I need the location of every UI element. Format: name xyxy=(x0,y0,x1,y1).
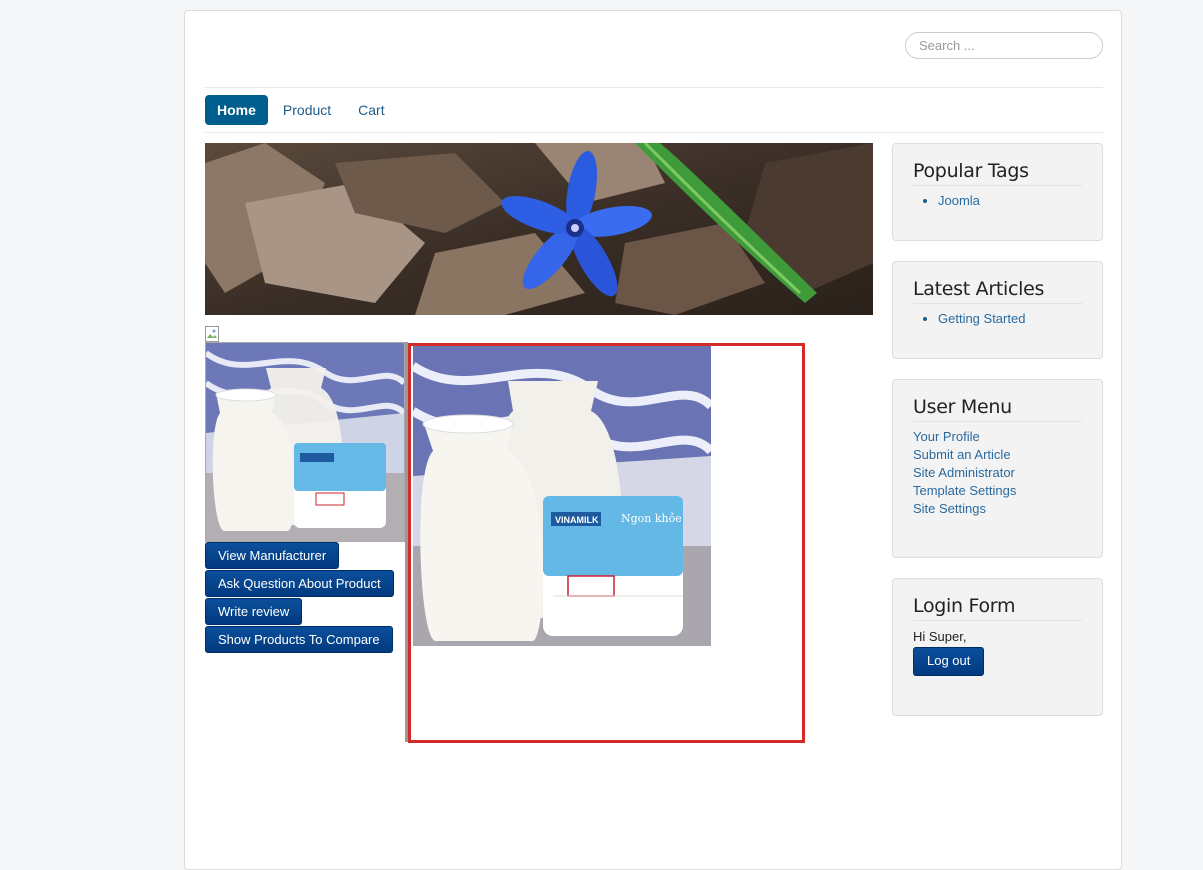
latest-articles-title: Latest Articles xyxy=(913,278,1082,304)
user-menu-submit-article[interactable]: Submit an Article xyxy=(913,447,1011,462)
user-menu-module: User Menu Your Profile Submit an Article… xyxy=(892,379,1103,558)
view-manufacturer-button[interactable]: View Manufacturer xyxy=(205,542,340,569)
broken-image-icon xyxy=(205,326,221,342)
nav-cart[interactable]: Cart xyxy=(346,95,396,125)
user-menu-template-settings[interactable]: Template Settings xyxy=(913,483,1016,498)
user-menu-your-profile[interactable]: Your Profile xyxy=(913,429,980,444)
search-box xyxy=(905,32,1103,59)
product-thumbnail[interactable] xyxy=(205,342,405,542)
user-menu-site-administrator[interactable]: Site Administrator xyxy=(913,465,1015,480)
sidebar: Popular Tags Joomla Latest Articles Gett… xyxy=(892,143,1103,736)
compare-products-button[interactable]: Show Products To Compare xyxy=(205,626,393,653)
tag-joomla-link[interactable]: Joomla xyxy=(938,193,980,208)
page-container: Home Product Cart xyxy=(184,10,1122,870)
ask-question-button[interactable]: Ask Question About Product xyxy=(205,570,394,597)
main-nav: Home Product Cart xyxy=(205,95,400,125)
login-form-title: Login Form xyxy=(913,595,1082,621)
zoomed-product-image: VINAMILK Ngon khỏe xyxy=(413,346,711,646)
logout-button[interactable]: Log out xyxy=(913,647,985,676)
header-divider xyxy=(205,87,1103,88)
nav-home[interactable]: Home xyxy=(205,95,268,125)
user-menu-title: User Menu xyxy=(913,396,1082,422)
login-greeting: Hi Super, xyxy=(913,629,967,644)
package-name-label: Ngon khỏe xyxy=(621,512,682,525)
article-getting-started-link[interactable]: Getting Started xyxy=(938,311,1025,326)
latest-articles-module: Latest Articles Getting Started xyxy=(892,261,1103,359)
zoom-window[interactable]: VINAMILK Ngon khỏe xyxy=(408,343,805,743)
product-actions: View Manufacturer Ask Question About Pro… xyxy=(205,542,415,654)
package-brand-label: VINAMILK xyxy=(555,515,599,525)
popular-tags-title: Popular Tags xyxy=(913,160,1082,186)
popular-tags-module: Popular Tags Joomla xyxy=(892,143,1103,241)
banner-image xyxy=(205,143,873,315)
login-form-module: Login Form Hi Super, Log out xyxy=(892,578,1103,716)
write-review-button[interactable]: Write review xyxy=(205,598,303,625)
user-menu-site-settings[interactable]: Site Settings xyxy=(913,501,986,516)
nav-product[interactable]: Product xyxy=(271,95,343,125)
search-input[interactable] xyxy=(905,32,1103,59)
nav-divider xyxy=(205,132,1103,133)
